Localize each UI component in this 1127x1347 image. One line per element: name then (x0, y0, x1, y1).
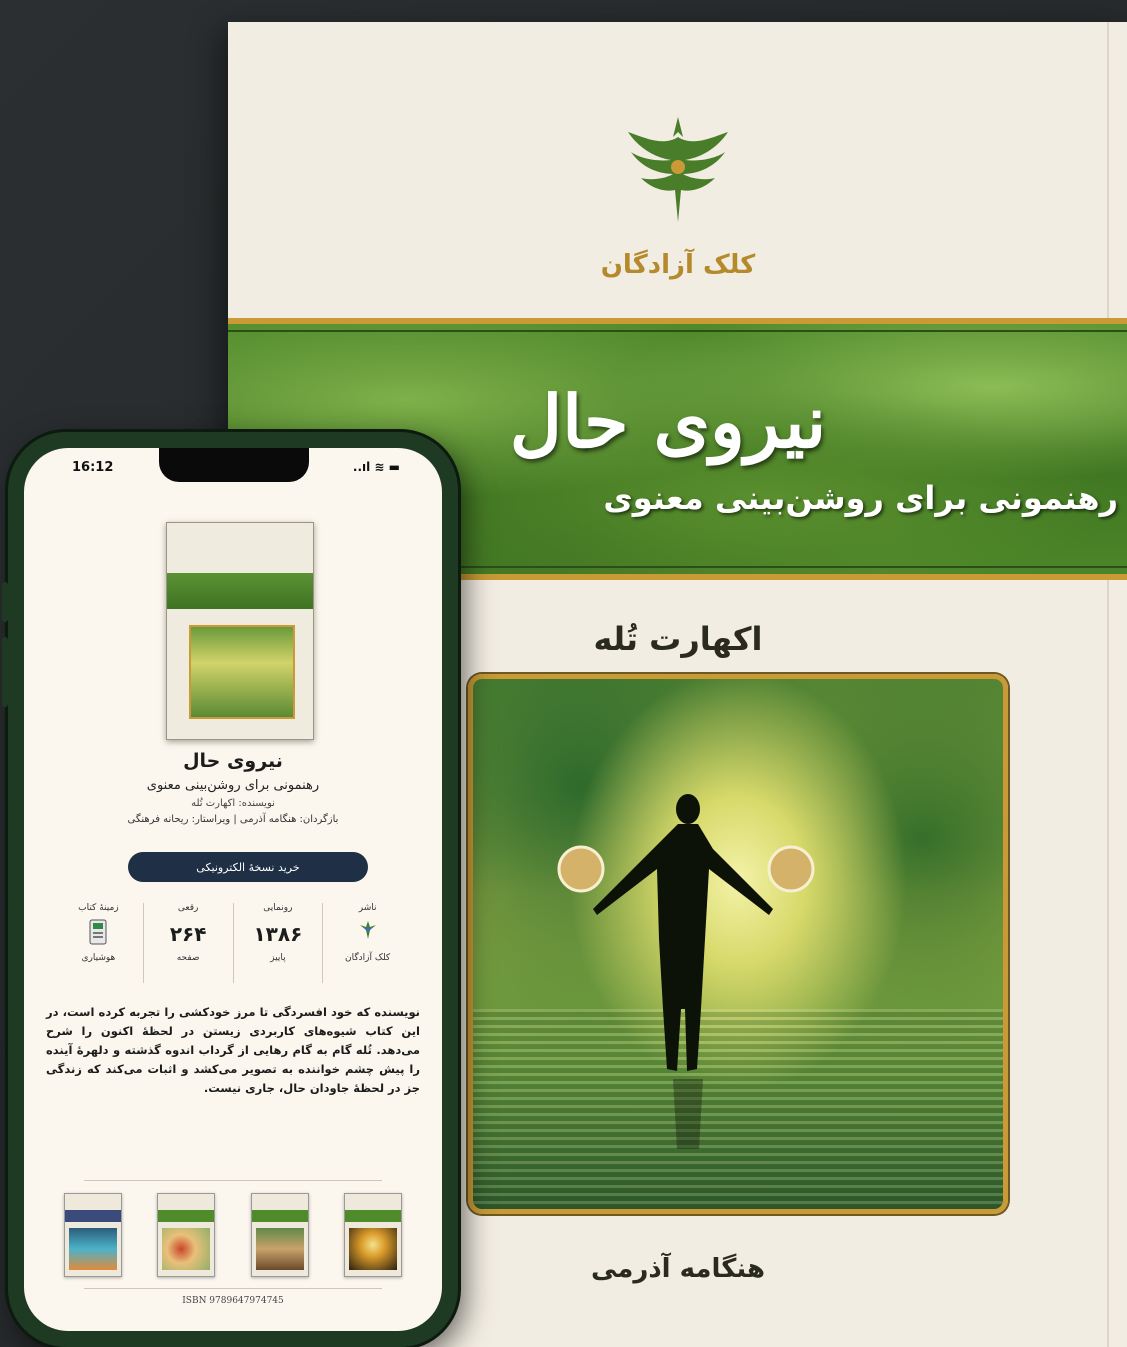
divider (84, 1288, 382, 1289)
cover-title: نیروی حال (509, 379, 827, 464)
meta-category: زمینهٔ کتاب هوشیاری (54, 903, 144, 983)
cover-publisher-name: کلک آزادگان (600, 250, 756, 280)
isbn: ISBN 9789647974745 (182, 1296, 284, 1306)
phone-screen: 16:12 ..ıl ≋ ▬ نیروی حال رهنمونی برای رو… (24, 448, 442, 1331)
cover-artwork (468, 674, 1008, 1214)
related-book-thumbnail[interactable] (250, 1193, 309, 1277)
book-thumbnail[interactable] (166, 522, 314, 740)
calculator-icon (89, 919, 107, 945)
book-meta: ناشر کلک آزادگان رونمایی ۱۳۸۶ پاییز رقعی… (54, 903, 412, 983)
cover-edge-line (1107, 22, 1109, 1347)
book-credits: بازگردان: هنگامه آذرمی | ویراستار: ریحان… (127, 814, 339, 825)
publisher-logo-icon (359, 921, 376, 939)
related-books (64, 1193, 402, 1279)
publisher-logo-icon (628, 117, 728, 222)
book-subtitle: رهنمونی برای روشن‌بینی معنوی (146, 778, 320, 793)
status-time: 16:12 (72, 460, 114, 475)
divider (84, 1180, 382, 1181)
book-description: نویسنده که خود افسردگی تا مرز خودکشی را … (46, 1005, 420, 1095)
silhouette-figure-icon (557, 794, 815, 1149)
book-title: نیروی حال (183, 750, 283, 772)
book-author: نویسنده: اکهارت تُله (191, 798, 275, 809)
volume-button (2, 637, 8, 707)
cover-translator: هنگامه آذرمی (590, 1254, 766, 1284)
related-book-thumbnail[interactable] (64, 1193, 122, 1277)
status-icons: ..ıl ≋ ▬ (352, 460, 400, 474)
related-book-thumbnail[interactable] (343, 1193, 402, 1277)
cover-subtitle: رهنمونی برای روشن‌بینی معنوی (603, 479, 1118, 517)
meta-pages: رقعی ۲۶۴ صفحه (144, 903, 234, 983)
related-book-thumbnail[interactable] (157, 1193, 216, 1277)
meta-release: رونمایی ۱۳۸۶ پاییز (234, 903, 324, 983)
volume-button (2, 582, 8, 622)
meta-publisher: ناشر کلک آزادگان (345, 903, 391, 963)
cover-author: اکهارت تُله (593, 620, 763, 658)
phone-notch (159, 448, 309, 482)
buy-ebook-button[interactable]: خرید نسخهٔ الکترونیکی (128, 852, 368, 882)
phone-device: 16:12 ..ıl ≋ ▬ نیروی حال رهنمونی برای رو… (2, 432, 458, 1347)
